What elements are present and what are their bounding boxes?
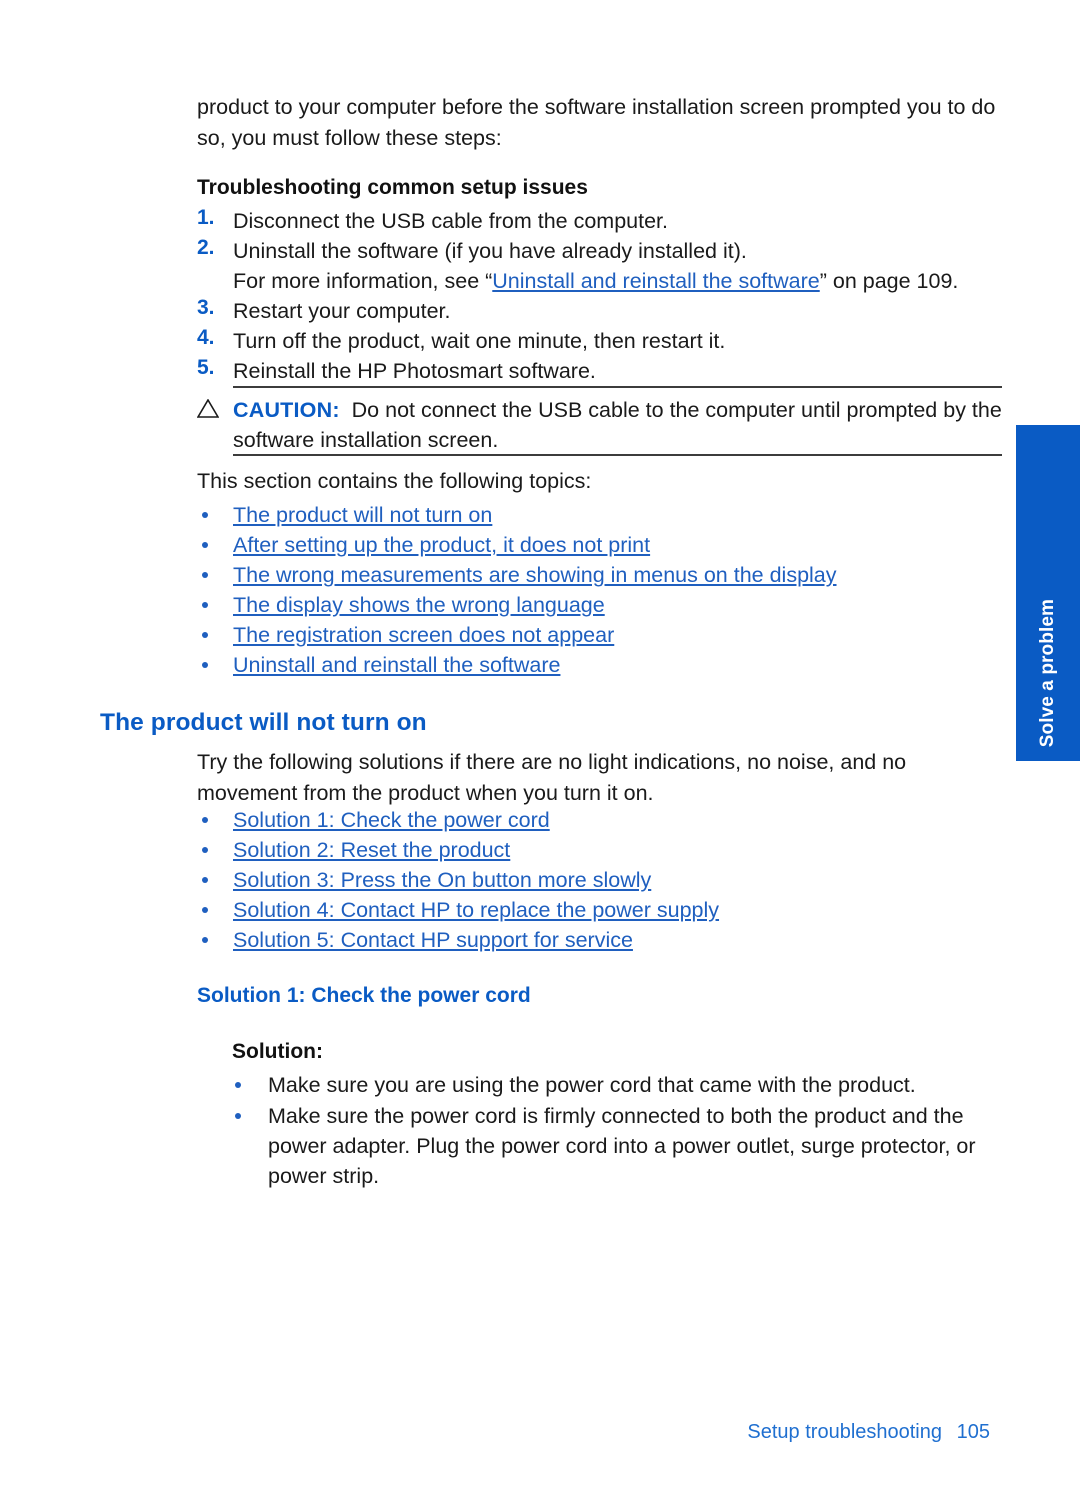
step-number: 2. <box>197 236 215 259</box>
solution-item: Solution 2: Reset the product <box>197 835 997 865</box>
solution1-heading: Solution 1: Check the power cord <box>197 984 531 1007</box>
solution-detail-item: Make sure you are using the power cord t… <box>232 1070 1012 1100</box>
topic-item: After setting up the product, it does no… <box>197 530 997 560</box>
step-text: Uninstall the software (if you have alre… <box>233 239 747 263</box>
bullet-icon <box>202 662 208 668</box>
caution-rule-bottom <box>233 454 1002 456</box>
bullet-icon <box>202 572 208 578</box>
bullet-icon <box>202 907 208 913</box>
solutions-list: Solution 1: Check the power cord Solutio… <box>197 805 997 955</box>
page-section-heading: The product will not turn on <box>100 709 427 736</box>
section-intro-text: This section contains the following topi… <box>197 469 592 493</box>
step-item: 4. Turn off the product, wait one minute… <box>197 326 997 356</box>
step-number: 3. <box>197 296 215 319</box>
document-page: Solve a problem product to your computer… <box>0 0 1080 1495</box>
side-tab-label: Solve a problem <box>1037 598 1058 747</box>
topic-link[interactable]: The wrong measurements are showing in me… <box>233 560 997 590</box>
bullet-icon <box>202 632 208 638</box>
footer-page-number: 105 <box>956 1421 990 1443</box>
step-text: Reinstall the HP Photosmart software. <box>233 359 596 383</box>
caution-label: CAUTION: <box>233 398 340 422</box>
bullet-icon <box>202 877 208 883</box>
step-item: 5. Reinstall the HP Photosmart software. <box>197 356 997 386</box>
topics-list: The product will not turn on After setti… <box>197 500 997 680</box>
solution-detail-text: Make sure the power cord is firmly conne… <box>268 1104 976 1188</box>
solution-link[interactable]: Solution 5: Contact HP support for servi… <box>233 925 997 955</box>
topic-item: The product will not turn on <box>197 500 997 530</box>
solution-link[interactable]: Solution 4: Contact HP to replace the po… <box>233 895 997 925</box>
step-item: 1. Disconnect the USB cable from the com… <box>197 206 997 236</box>
topic-item: The registration screen does not appear <box>197 620 997 650</box>
topic-link[interactable]: The product will not turn on <box>233 500 997 530</box>
step-text: Disconnect the USB cable from the comput… <box>233 209 668 233</box>
solution-item: Solution 5: Contact HP support for servi… <box>197 925 997 955</box>
topic-link[interactable]: The display shows the wrong language <box>233 590 997 620</box>
try-paragraph: Try the following solutions if there are… <box>197 750 907 805</box>
step-text: Restart your computer. <box>233 299 451 323</box>
topic-item: Uninstall and reinstall the software <box>197 650 997 680</box>
step-number: 5. <box>197 356 215 379</box>
step-note: For more information, see “Uninstall and… <box>233 266 997 296</box>
caution-rule-top <box>233 386 1002 388</box>
solution-label: Solution: <box>232 1040 323 1063</box>
topic-item: The wrong measurements are showing in me… <box>197 560 997 590</box>
uninstall-reinstall-link[interactable]: Uninstall and reinstall the software <box>492 269 819 293</box>
topic-link[interactable]: After setting up the product, it does no… <box>233 530 997 560</box>
troubleshooting-heading: Troubleshooting common setup issues <box>197 176 588 199</box>
bullet-icon <box>235 1082 241 1088</box>
bullet-icon <box>202 937 208 943</box>
solution-item: Solution 4: Contact HP to replace the po… <box>197 895 997 925</box>
solution-link[interactable]: Solution 1: Check the power cord <box>233 805 997 835</box>
step-number: 1. <box>197 206 215 229</box>
step-text: Turn off the product, wait one minute, t… <box>233 329 726 353</box>
steps-list: 1. Disconnect the USB cable from the com… <box>197 206 997 386</box>
bullet-icon <box>202 602 208 608</box>
solution-item: Solution 1: Check the power cord <box>197 805 997 835</box>
bullet-icon <box>235 1113 241 1119</box>
side-tab-solve-a-problem: Solve a problem <box>1016 425 1080 761</box>
solution-item: Solution 3: Press the On button more slo… <box>197 865 997 895</box>
warning-triangle-icon <box>197 399 219 418</box>
solution-link[interactable]: Solution 2: Reset the product <box>233 835 997 865</box>
solution-detail-list: Make sure you are using the power cord t… <box>232 1070 1012 1192</box>
step-item: 3. Restart your computer. <box>197 296 997 326</box>
topic-item: The display shows the wrong language <box>197 590 997 620</box>
solution-detail-item: Make sure the power cord is firmly conne… <box>232 1101 1012 1191</box>
caution-text: Do not connect the USB cable to the comp… <box>233 398 1002 452</box>
solution-detail-text: Make sure you are using the power cord t… <box>268 1073 916 1097</box>
bullet-icon <box>202 817 208 823</box>
bullet-icon <box>202 542 208 548</box>
topic-link[interactable]: Uninstall and reinstall the software <box>233 650 997 680</box>
step-number: 4. <box>197 326 215 349</box>
step-item: 2. Uninstall the software (if you have a… <box>197 236 997 296</box>
intro-paragraph: product to your computer before the soft… <box>197 95 996 150</box>
step-note-suffix: ” on page 109. <box>819 269 959 293</box>
footer-title: Setup troubleshooting <box>747 1421 942 1443</box>
caution-text-wrap: CAUTION: Do not connect the USB cable to… <box>233 395 1002 455</box>
bullet-icon <box>202 847 208 853</box>
step-note-prefix: For more information, see “ <box>233 269 493 293</box>
solution-link[interactable]: Solution 3: Press the On button more slo… <box>233 865 997 895</box>
topic-link[interactable]: The registration screen does not appear <box>233 620 997 650</box>
bullet-icon <box>202 512 208 518</box>
